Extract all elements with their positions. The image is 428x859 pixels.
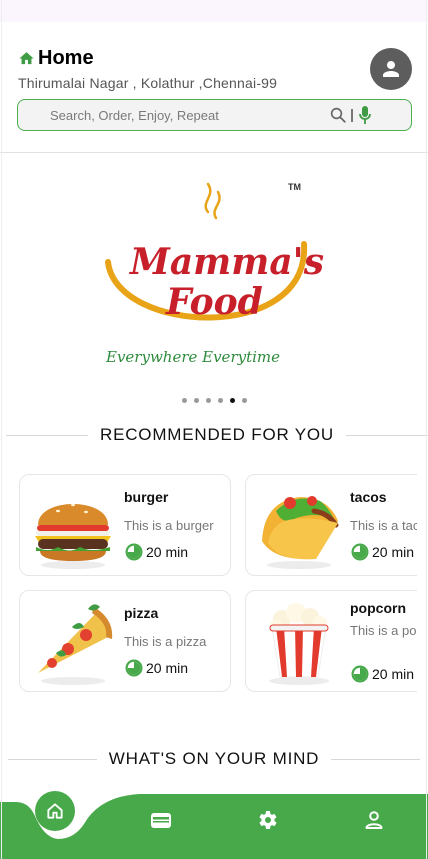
timer-icon <box>351 665 369 683</box>
settings-icon[interactable] <box>255 808 279 832</box>
burger-image <box>35 503 111 569</box>
item-description: This is a popcorn <box>350 623 417 638</box>
item-name: tacos <box>350 489 387 505</box>
time-label: 20 min <box>372 666 415 682</box>
recommended-list[interactable]: burger This is a burger 20 min tacos Thi… <box>0 470 417 700</box>
carousel-dot[interactable] <box>181 398 187 403</box>
avatar[interactable] <box>370 48 412 90</box>
time-label: 20 min <box>146 660 189 676</box>
home-icon <box>19 52 34 65</box>
section-title: RECOMMENDED FOR YOU <box>100 425 335 444</box>
heading-divider <box>331 758 421 760</box>
svg-text:Everywhere Everytime: Everywhere Everytime <box>105 348 280 366</box>
svg-text:Mamma's: Mamma's <box>128 241 324 283</box>
prep-time: 20 min <box>124 658 188 678</box>
heading-divider <box>346 434 428 436</box>
item-description: This is a pizza <box>124 634 207 649</box>
person-icon <box>383 61 399 77</box>
home-icon <box>47 803 63 819</box>
mic-icon[interactable] <box>358 105 372 125</box>
item-name: pizza <box>124 605 159 621</box>
timer-icon <box>351 543 369 561</box>
search-icon[interactable] <box>329 106 347 124</box>
search-divider <box>351 109 353 122</box>
brand-logo: Mamma's Food TM Everywhere Everytime <box>105 182 324 366</box>
carousel-indicator[interactable] <box>0 398 428 403</box>
food-card-burger[interactable]: burger This is a burger 20 min <box>19 474 231 576</box>
page-title: Home <box>38 47 94 69</box>
tacos-image <box>262 496 339 569</box>
status-bar <box>0 0 428 22</box>
time-label: 20 min <box>372 544 415 560</box>
item-description: This is a burger <box>124 518 214 533</box>
time-label: 20 min <box>146 544 189 560</box>
carousel-dot[interactable] <box>193 398 199 403</box>
timer-icon <box>125 543 143 561</box>
nav-home-button[interactable] <box>35 791 75 831</box>
pizza-image <box>38 604 113 685</box>
prep-time: 20 min <box>350 664 414 684</box>
timer-icon <box>125 659 143 677</box>
search-input[interactable] <box>50 105 320 125</box>
popcorn-image <box>269 603 329 685</box>
food-card-tacos[interactable]: tacos This is a tacos 20 min <box>245 474 417 576</box>
item-name: burger <box>124 489 169 505</box>
carousel-dot[interactable] <box>241 398 247 403</box>
promo-banner[interactable]: Mamma's Food TM Everywhere Everytime <box>0 154 428 416</box>
heading-divider <box>6 434 88 436</box>
item-name: popcorn <box>350 600 406 616</box>
food-card-pizza[interactable]: pizza This is a pizza 20 min <box>19 590 231 692</box>
prep-time: 20 min <box>350 542 414 562</box>
location-title[interactable]: Home <box>18 47 94 70</box>
section-title: WHAT'S ON YOUR MIND <box>108 749 320 768</box>
app-header: Home Thirumalai Nagar , Kolathur ,Chenna… <box>0 22 428 153</box>
carousel-dot[interactable] <box>205 398 211 403</box>
recommended-heading: RECOMMENDED FOR YOU <box>0 424 428 446</box>
svg-text:TM: TM <box>288 182 301 192</box>
item-description: This is a tacos <box>350 518 417 533</box>
prep-time: 20 min <box>124 542 188 562</box>
profile-icon[interactable] <box>362 808 386 832</box>
food-card-popcorn[interactable]: popcorn This is a popcorn 20 min <box>245 590 417 692</box>
wallet-icon[interactable] <box>149 808 173 832</box>
whats-on-mind-heading: WHAT'S ON YOUR MIND <box>0 748 428 770</box>
svg-text:Food: Food <box>165 281 263 323</box>
search-bar[interactable] <box>17 99 412 131</box>
delivery-address[interactable]: Thirumalai Nagar , Kolathur ,Chennai-99 <box>18 75 277 91</box>
heading-divider <box>8 758 97 760</box>
carousel-dot-active[interactable] <box>229 398 235 403</box>
carousel-dot[interactable] <box>217 398 223 403</box>
